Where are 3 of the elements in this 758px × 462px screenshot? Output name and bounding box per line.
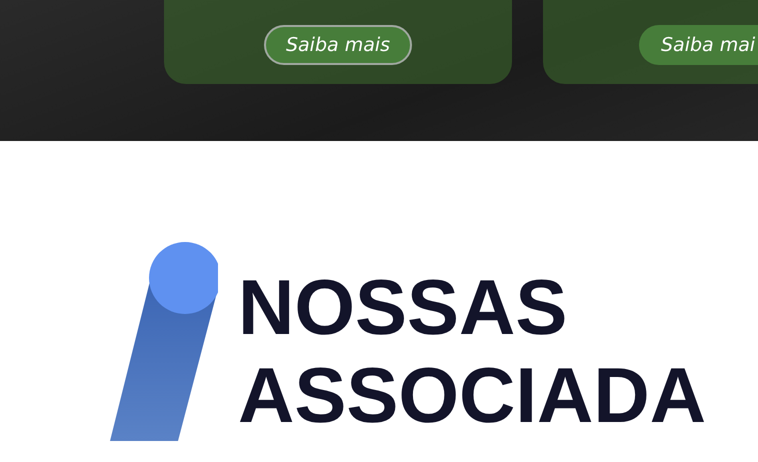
saiba-mais-button[interactable]: Saiba mais: [264, 25, 412, 65]
saiba-mais-button[interactable]: Saiba mai: [639, 25, 758, 65]
section-heading: NOSSAS ASSOCIADA: [238, 263, 706, 439]
